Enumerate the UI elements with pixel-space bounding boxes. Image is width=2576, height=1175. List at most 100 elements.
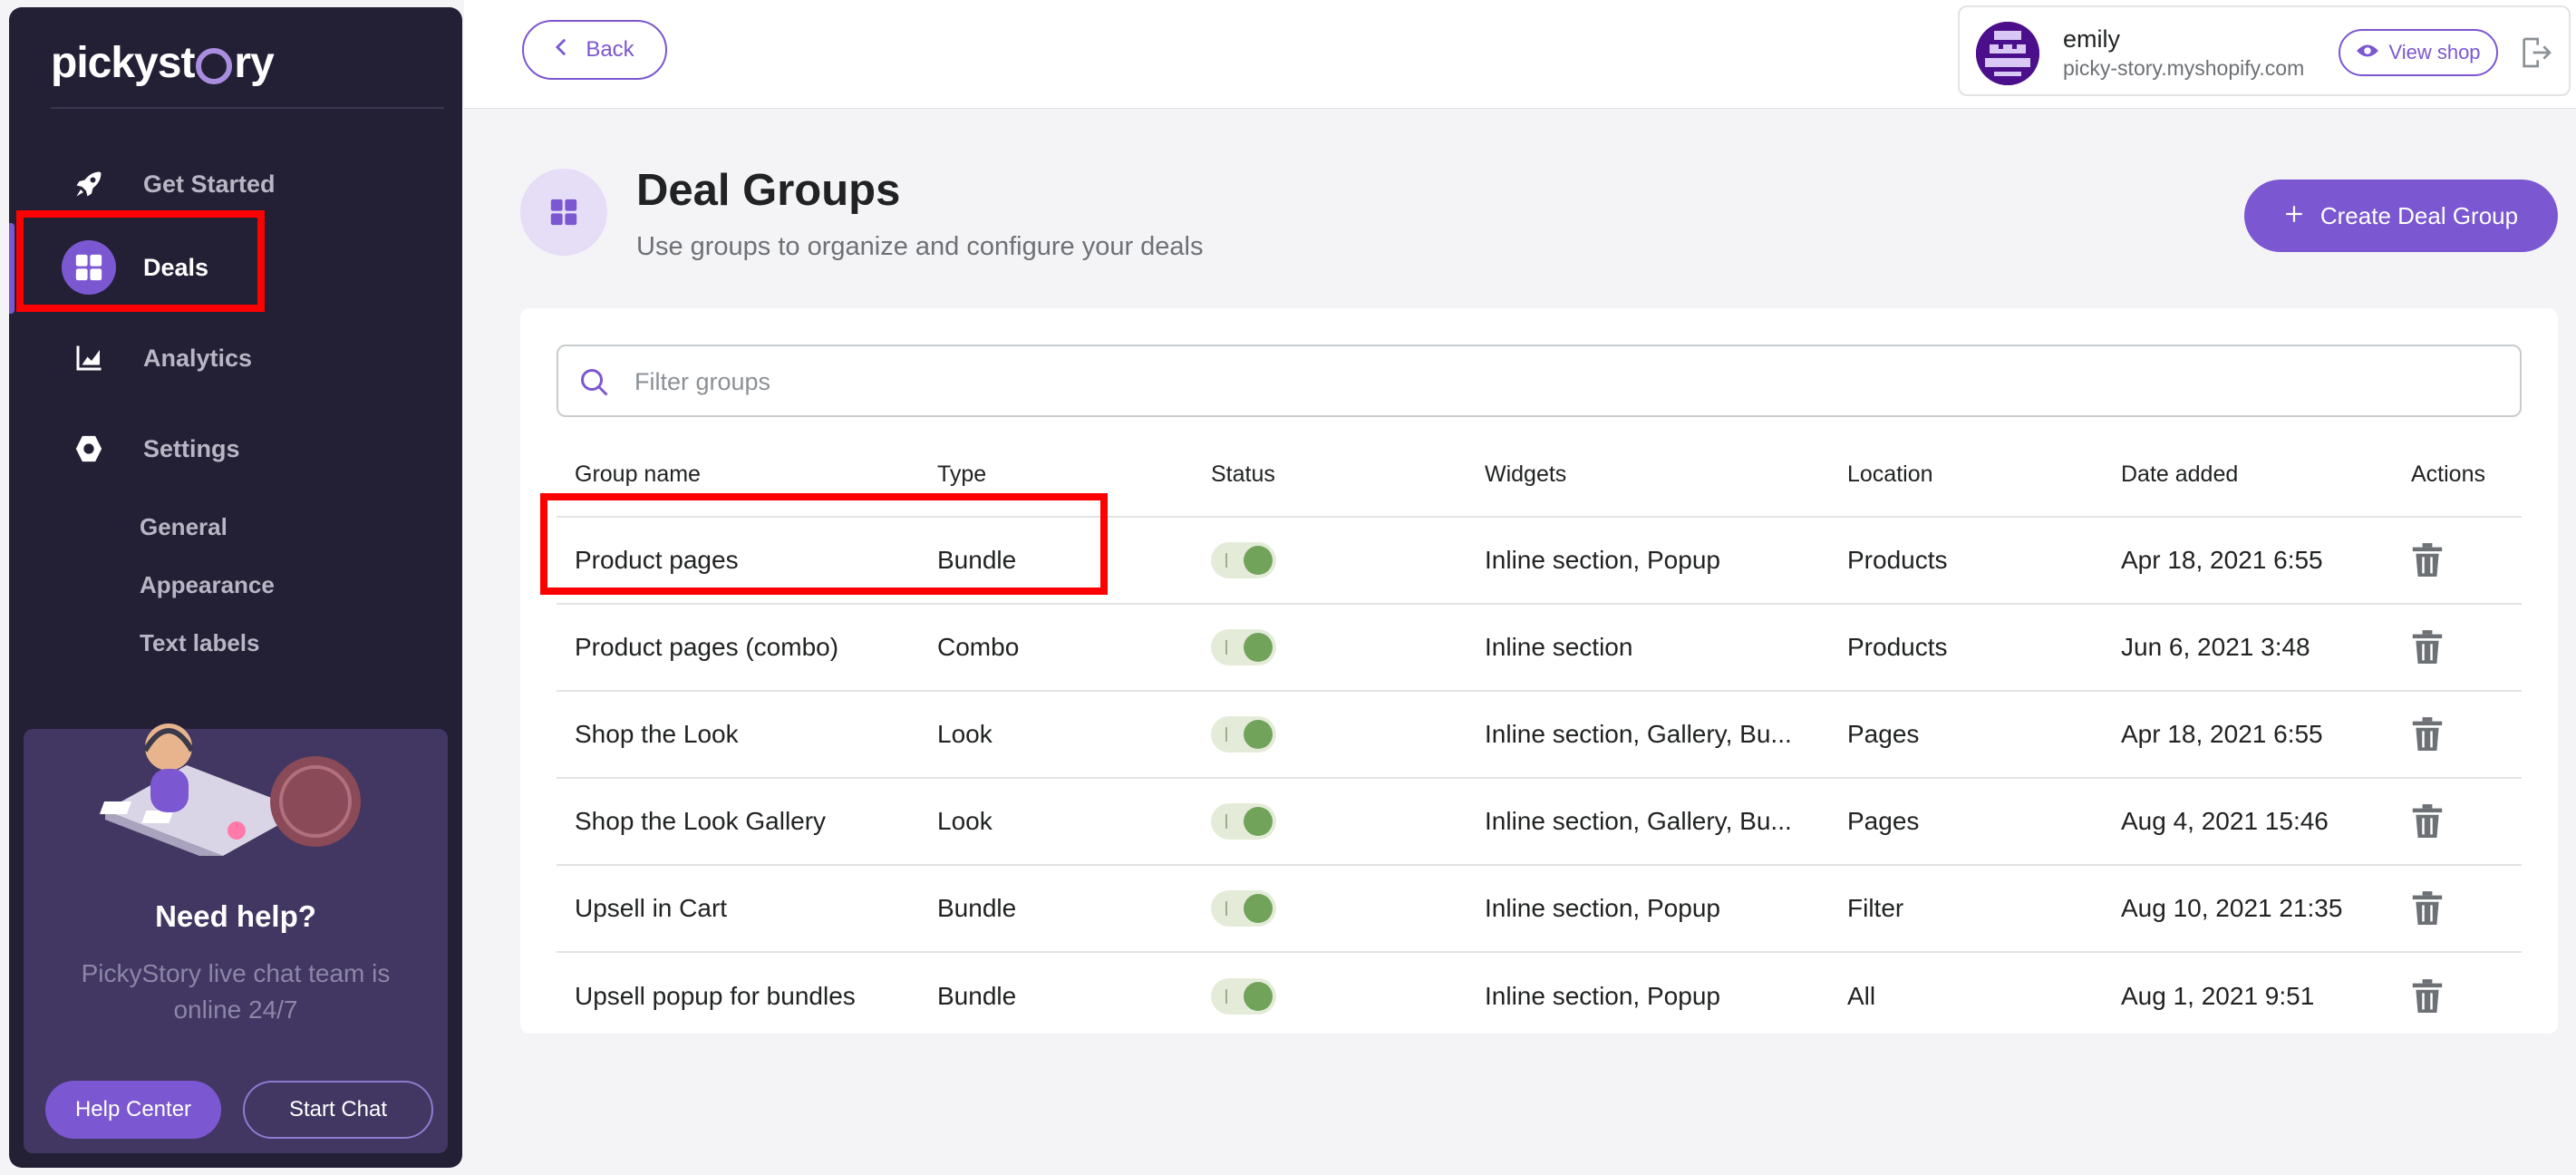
logo-text-start: pickyst <box>51 38 195 87</box>
type-cell: Combo <box>919 604 1193 692</box>
status-toggle[interactable] <box>1211 542 1276 578</box>
sidebar: pickyst ry Get Started Deals Analytics S… <box>9 7 462 1168</box>
deal-groups-icon <box>520 169 607 256</box>
create-deal-group-label: Create Deal Group <box>2319 201 2519 229</box>
status-toggle[interactable] <box>1211 803 1276 840</box>
location-cell: Products <box>1829 604 2103 692</box>
sidebar-item-analytics[interactable]: Analytics <box>9 317 462 399</box>
filter-groups-input[interactable] <box>634 359 2502 404</box>
table-row[interactable]: Upsell in Cart Bundle Inline section, Po… <box>557 865 2522 953</box>
sidebar-item-label: Analytics <box>143 344 253 372</box>
settings-sub-text-labels[interactable]: Text labels <box>140 629 259 657</box>
group-name-cell[interactable]: Upsell popup for bundles <box>557 952 919 1039</box>
create-deal-group-button[interactable]: Create Deal Group <box>2244 180 2558 252</box>
widgets-cell: Inline section, Gallery, Bu... <box>1467 778 1829 866</box>
chevron-left-icon <box>555 37 567 63</box>
actions-cell <box>2393 952 2522 1039</box>
logout-icon[interactable] <box>2518 34 2554 71</box>
trash-icon[interactable] <box>2411 542 2444 578</box>
date-added-cell: Apr 18, 2021 6:55 <box>2103 517 2393 605</box>
status-cell <box>1193 865 1467 953</box>
status-toggle[interactable] <box>1211 890 1276 927</box>
type-cell: Bundle <box>937 981 1017 1010</box>
toggle-knob <box>1244 633 1273 662</box>
status-toggle[interactable] <box>1211 629 1276 665</box>
group-name-cell[interactable]: Product pages <box>557 517 919 605</box>
status-cell <box>1193 952 1467 1039</box>
widgets-cell: Inline section, Popup <box>1467 517 1829 605</box>
type-cell: Bundle <box>919 517 1193 605</box>
trash-icon[interactable] <box>2411 890 2444 927</box>
table-row[interactable]: Upsell popup for bundles Bundle Inline s… <box>557 952 2522 1039</box>
type-cell: Bundle <box>919 865 1193 953</box>
help-title: Need help? <box>155 899 316 933</box>
column-header-group-name[interactable]: Group name <box>557 433 919 518</box>
user-shop-domain: picky-story.myshopify.com <box>2063 56 2305 80</box>
trash-icon[interactable] <box>2411 978 2444 1015</box>
user-name: emily <box>2063 25 2121 53</box>
highlight-box-deals <box>16 210 265 312</box>
widgets-cell: Inline section <box>1467 604 1829 692</box>
group-name-cell[interactable]: Shop the Look <box>557 691 919 779</box>
column-header-status[interactable]: Status <box>1193 433 1467 518</box>
group-name-cell[interactable]: Product pages (combo) <box>557 604 919 692</box>
widgets-cell: Inline section, Gallery, Bu... <box>1467 691 1829 779</box>
sidebar-divider <box>51 107 444 109</box>
help-card: Need help? PickyStory live chat team is … <box>24 723 448 1153</box>
deal-groups-card: Group name Type Status Widgets Location … <box>520 308 2558 1034</box>
status-cell <box>1193 691 1467 779</box>
group-name-cell[interactable]: Upsell in Cart <box>557 865 919 953</box>
page-title: Deal Groups <box>636 166 901 215</box>
widgets-cell: Inline section, Popup <box>1467 865 1829 953</box>
view-shop-button[interactable]: View shop <box>2339 29 2498 76</box>
user-box: emily picky-story.myshopify.com View sho… <box>1958 5 2571 96</box>
rocket-icon <box>62 157 116 211</box>
column-header-location[interactable]: Location <box>1829 433 2103 518</box>
type-cell: Look <box>919 691 1193 779</box>
logo-mark-icon <box>196 48 233 84</box>
actions-cell <box>2393 778 2522 866</box>
column-header-type[interactable]: Type <box>919 433 1193 518</box>
table-row[interactable]: Shop the Look Look Inline section, Galle… <box>557 691 2522 779</box>
table-row[interactable]: Product pages (combo) Combo Inline secti… <box>557 604 2522 692</box>
help-subtitle: PickyStory live chat team is online 24/7 <box>81 959 391 1024</box>
back-button[interactable]: Back <box>522 20 667 80</box>
date-added-cell: Aug 10, 2021 21:35 <box>2103 865 2393 953</box>
actions-cell <box>2393 865 2522 953</box>
plus-icon <box>2284 202 2304 230</box>
sidebar-item-label: Get Started <box>143 170 276 198</box>
status-toggle[interactable] <box>1211 977 1276 1015</box>
deal-groups-table: Group name Type Status Widgets Location … <box>557 433 2522 1039</box>
column-header-widgets[interactable]: Widgets <box>1467 433 1829 518</box>
settings-sub-general[interactable]: General <box>140 513 228 541</box>
location-cell: Filter <box>1829 865 2103 953</box>
status-toggle[interactable] <box>1211 716 1276 753</box>
search-icon <box>581 369 608 396</box>
filter-box <box>557 345 2522 417</box>
eye-icon <box>2356 41 2379 64</box>
date-added-cell: Aug 4, 2021 15:46 <box>2103 778 2393 866</box>
trash-icon[interactable] <box>2411 629 2444 665</box>
avatar[interactable] <box>1976 22 2039 85</box>
date-added-cell: Jun 6, 2021 3:48 <box>2103 604 2393 692</box>
trash-icon[interactable] <box>2411 803 2444 840</box>
status-cell <box>1193 517 1467 605</box>
column-header-actions: Actions <box>2393 433 2522 518</box>
hexagon-icon <box>62 422 116 476</box>
group-name-cell[interactable]: Shop the Look Gallery <box>557 778 919 866</box>
help-center-button[interactable]: Help Center <box>45 1081 221 1139</box>
table-row[interactable]: Shop the Look Gallery Look Inline sectio… <box>557 778 2522 866</box>
trash-icon[interactable] <box>2411 716 2444 753</box>
start-chat-button[interactable]: Start Chat <box>243 1081 433 1139</box>
view-shop-label: View shop <box>2388 41 2481 63</box>
column-header-date-added[interactable]: Date added <box>2103 433 2393 518</box>
table-row[interactable]: Product pages Bundle Inline section, Pop… <box>557 517 2522 605</box>
pickystory-logo[interactable]: pickyst ry <box>51 31 275 94</box>
sidebar-item-label: Settings <box>143 434 240 462</box>
sidebar-item-settings[interactable]: Settings <box>9 408 462 490</box>
toggle-knob <box>1244 720 1273 749</box>
type-cell: Look <box>919 778 1193 866</box>
page-subtitle: Use groups to organize and configure you… <box>636 232 1204 261</box>
location-cell: Pages <box>1829 778 2103 866</box>
settings-sub-appearance[interactable]: Appearance <box>140 571 275 599</box>
